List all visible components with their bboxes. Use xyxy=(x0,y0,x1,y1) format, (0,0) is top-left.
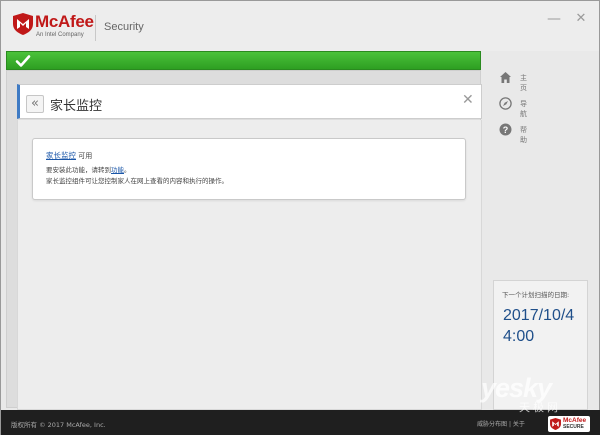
footer-links: 威胁分布图 | 关于 xyxy=(477,419,525,428)
panel-title: 家长监控 xyxy=(50,99,103,114)
scheduled-scan-time: 4:00 xyxy=(503,328,535,345)
feature-card: 家长监控 可用 要安装此功能，请转到功能。 家长监控组件可让您控制家人在网上查看… xyxy=(32,138,466,200)
about-link[interactable]: 关于 xyxy=(513,421,525,428)
feature-status-line: 家长监控 可用 xyxy=(46,150,92,161)
protection-status-bar xyxy=(6,51,481,70)
watermark-subtext: 天极网 xyxy=(519,401,561,414)
threat-map-link[interactable]: 威胁分布图 xyxy=(477,421,507,428)
mcafee-secure-badge: McAfee SECURE xyxy=(548,416,590,432)
install-hint-prefix: 要安装此功能，请转到 xyxy=(46,166,111,174)
window-close-button[interactable]: ✕ xyxy=(573,11,589,27)
product-name: Security xyxy=(104,21,144,33)
yesky-watermark: yesky 天极网 xyxy=(477,373,595,414)
scheduled-scan-date: 2017/10/4 xyxy=(503,307,575,324)
install-hint-suffix: 。 xyxy=(124,166,131,174)
copyright-text: 版权所有 © 2017 McAfee, Inc. xyxy=(11,421,106,429)
brand-name: McAfee xyxy=(35,12,94,31)
scheduled-scan-datetime: 2017/10/4 4:00 xyxy=(503,305,574,347)
sidebar-item-label: 帮助 xyxy=(520,126,527,144)
help-icon: ? xyxy=(499,123,512,136)
mcafee-shield-icon xyxy=(13,13,33,35)
parental-controls-link[interactable]: 家长监控 xyxy=(46,151,76,160)
badge-brand: McAfee xyxy=(563,417,587,424)
home-icon xyxy=(500,72,511,83)
brand-subtitle: An Intel Company xyxy=(36,32,84,38)
main-area: « 家长监控 ✕ 家长监控 可用 要安装此功能，请转到功能。 家长监控组件可让您… xyxy=(6,70,482,410)
feature-status: 可用 xyxy=(78,152,93,160)
mcafee-shield-icon xyxy=(550,418,561,430)
panel-close-button[interactable]: ✕ xyxy=(462,92,474,108)
compass-icon xyxy=(499,97,512,110)
app-window: McAfee An Intel Company Security — ✕ « 家… xyxy=(0,0,600,435)
header-divider xyxy=(95,15,96,41)
minimize-button[interactable]: — xyxy=(546,11,562,27)
feature-description: 家长监控组件可让您控制家人在网上查看的内容和执行的操作。 xyxy=(46,177,228,185)
install-hint: 要安装此功能，请转到功能。 xyxy=(46,164,131,174)
sidebar-item-label: 主页 xyxy=(520,74,527,92)
back-button[interactable]: « xyxy=(26,95,44,113)
badge-secure: SECURE xyxy=(563,424,584,430)
features-link[interactable]: 功能 xyxy=(111,166,124,174)
check-icon xyxy=(15,55,31,67)
panel-content: 家长监控 可用 要安装此功能，请转到功能。 家长监控组件可让您控制家人在网上查看… xyxy=(17,120,482,410)
title-bar: McAfee An Intel Company Security — ✕ xyxy=(1,1,599,51)
scheduled-scan-label: 下一个计划扫描的日期: xyxy=(502,291,570,299)
footer-separator: | xyxy=(508,421,511,428)
svg-text:?: ? xyxy=(503,125,509,135)
footer: 版权所有 © 2017 McAfee, Inc. 威胁分布图 | 关于 McAf… xyxy=(1,410,600,435)
sidebar-item-label: 导航 xyxy=(520,100,527,118)
mcafee-logo: McAfee An Intel Company xyxy=(13,11,95,41)
feature-panel-header: « 家长监控 ✕ xyxy=(17,84,482,119)
